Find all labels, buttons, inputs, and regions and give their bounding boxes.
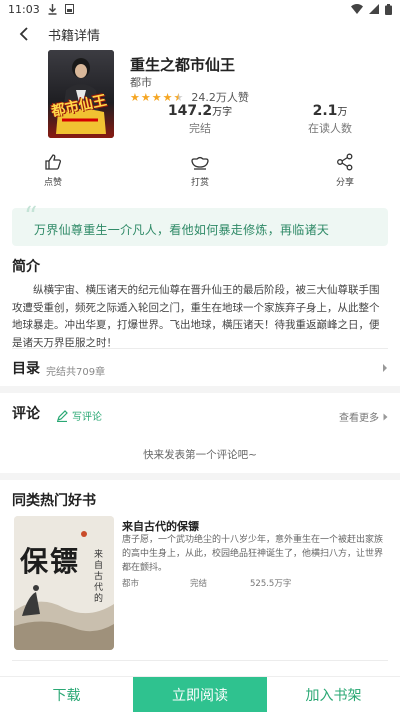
- wifi-icon: [351, 4, 363, 14]
- recommended-cover-title: 保镖: [20, 545, 81, 578]
- tip-button[interactable]: 打赏: [175, 153, 225, 188]
- star-icon: ★: [151, 90, 162, 104]
- share-label: 分享: [335, 178, 354, 188]
- half-star-icon: ★: [173, 90, 184, 104]
- section-separator: [0, 386, 400, 393]
- toc-chapter-count: 完结共709章: [46, 367, 106, 378]
- word-count: 147.2: [167, 103, 213, 119]
- recommended-book-card[interactable]: 保镖 来自古代的 来自古代的保镖 唐子愿，一个武功绝尘的十八岁少年，意外重生在一…: [14, 516, 390, 650]
- thumbs-up-icon: [45, 154, 62, 170]
- download-notification-icon: [48, 3, 57, 15]
- write-comment-label: 写评论: [72, 412, 102, 423]
- page-title: 书籍详情: [48, 28, 101, 44]
- star-icon: ★: [162, 90, 173, 104]
- share-icon: [337, 153, 353, 171]
- signal-icon: [369, 4, 379, 14]
- back-arrow-icon: [19, 27, 28, 41]
- back-button[interactable]: [6, 20, 42, 48]
- recommended-book-description: 唐子愿，一个武功绝尘的十八岁少年，意外重生在一个被赶出家族的高中生身上，从此，校…: [122, 535, 384, 573]
- book-category[interactable]: 都市: [130, 74, 152, 90]
- tagline-text: 万界仙尊重生一介凡人，看他如何暴走修炼，再临诸天: [34, 223, 330, 237]
- nav-header: 书籍详情: [0, 20, 400, 48]
- bottom-action-bar: 下载 立即阅读 加入书架: [0, 676, 400, 712]
- recommended-cover-subtitle: 来自古代的: [94, 550, 104, 604]
- recommended-book-title: 来自古代的保镖: [122, 520, 199, 533]
- readers-label: 在读人数: [308, 122, 352, 135]
- toc-title: 目录: [12, 361, 40, 377]
- book-cover[interactable]: 都市仙王: [48, 50, 114, 138]
- divider: [12, 348, 388, 349]
- table-of-contents-row[interactable]: 目录 完结共709章: [0, 358, 400, 380]
- gold-ingot-icon: [191, 156, 209, 170]
- like-label: 点赞: [43, 178, 62, 188]
- intro-text: 纵横宇宙、横压诸天的纪元仙尊在晋升仙王的最后阶段，被三大仙尊联手围攻遭受重创，频…: [12, 284, 380, 349]
- notification-box-icon: [64, 4, 74, 14]
- view-more-label: 查看更多: [339, 413, 379, 424]
- book-header: 都市仙王 重生之都市仙王 都市 ★ ★ ★ ★ ★ 24.2万人赞 147.2万…: [0, 50, 400, 140]
- battery-icon: [385, 3, 392, 15]
- recommended-book-words: 525.5万字: [250, 579, 292, 589]
- rating-stars: ★ ★ ★ ★ ★: [130, 92, 183, 103]
- star-icon: ★: [140, 90, 151, 104]
- status-time: 11:03: [8, 2, 40, 16]
- add-to-shelf-button[interactable]: 加入书架: [267, 677, 400, 712]
- readers-count: 2.1: [312, 103, 338, 119]
- download-button[interactable]: 下载: [0, 677, 133, 712]
- recommended-book-cover: 保镖 来自古代的: [14, 516, 114, 650]
- share-button[interactable]: 分享: [320, 153, 370, 188]
- write-comment-button[interactable]: 写评论: [56, 408, 102, 423]
- word-count-stat: 147.2万字 完结: [164, 103, 236, 136]
- view-more-comments[interactable]: 查看更多: [339, 409, 388, 424]
- recommended-book-category: 都市: [122, 579, 140, 589]
- intro-title: 简介: [12, 259, 40, 275]
- empty-comments-text: 快来发表第一个评论吧~: [143, 449, 257, 461]
- chevron-right-icon: [383, 413, 388, 420]
- pen-icon: [57, 409, 68, 422]
- recommended-book-status: 完结: [190, 579, 208, 589]
- chevron-right-icon: [383, 364, 387, 372]
- section-separator: [0, 473, 400, 480]
- tip-label: 打赏: [190, 178, 209, 188]
- like-button[interactable]: 点赞: [28, 153, 78, 188]
- comments-title: 评论: [12, 406, 40, 422]
- book-status: 完结: [189, 122, 211, 135]
- similar-books-title: 同类热门好书: [12, 493, 96, 509]
- readers-unit: 万: [337, 107, 348, 118]
- tagline-quote: “ 万界仙尊重生一介凡人，看他如何暴走修炼，再临诸天: [12, 204, 388, 246]
- status-bar: 11:03: [0, 0, 400, 18]
- word-count-unit: 万字: [212, 107, 233, 118]
- star-icon: ★: [130, 90, 140, 104]
- read-now-button[interactable]: 立即阅读: [133, 677, 267, 712]
- action-row: 点赞 打赏 分享: [0, 153, 400, 193]
- book-title: 重生之都市仙王: [130, 56, 236, 74]
- readers-stat: 2.1万 在读人数: [290, 103, 370, 136]
- divider: [12, 660, 388, 661]
